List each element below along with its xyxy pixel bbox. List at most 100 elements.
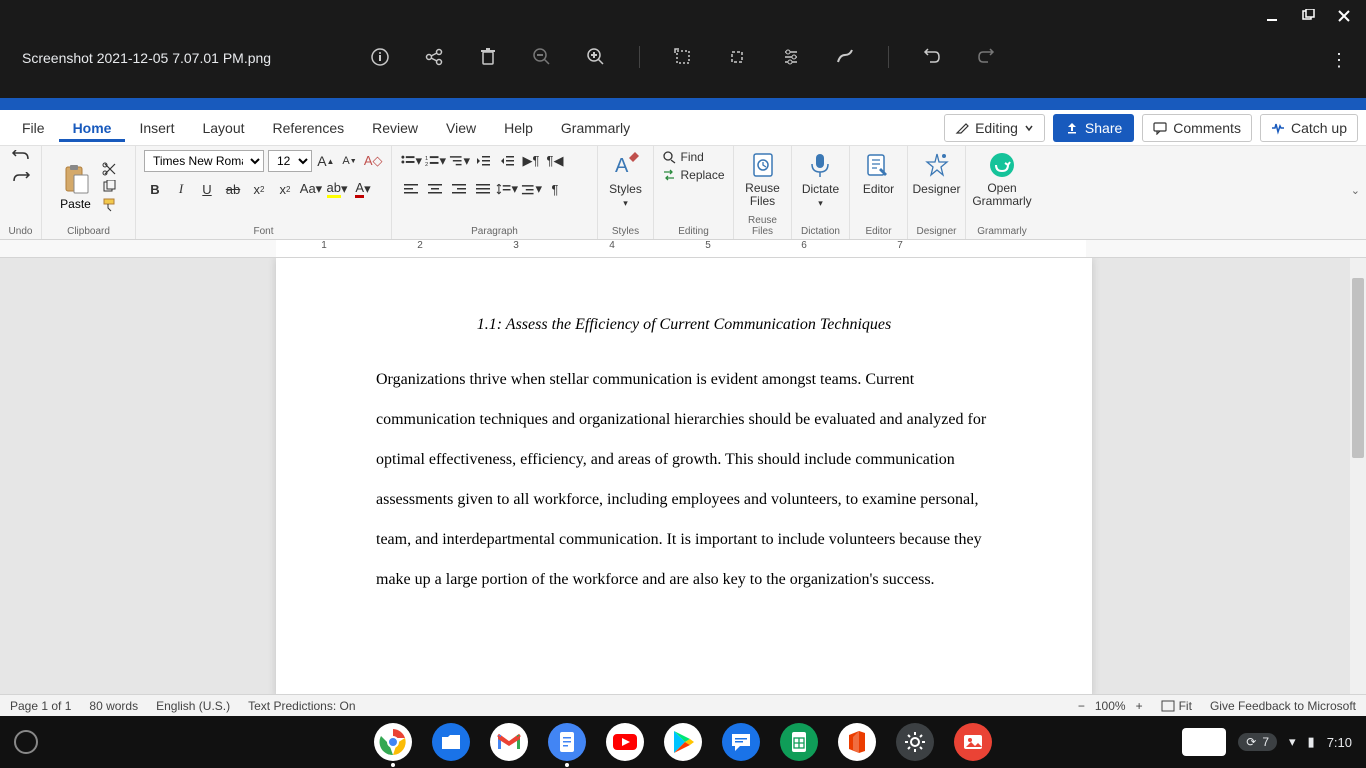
rotate-crop-icon[interactable]	[672, 46, 694, 68]
word-count[interactable]: 80 words	[89, 699, 138, 713]
notification-pill[interactable]: ⟳ 7	[1238, 733, 1277, 751]
tab-grammarly[interactable]: Grammarly	[547, 114, 644, 142]
office-app-icon[interactable]	[838, 723, 876, 761]
youtube-app-icon[interactable]	[606, 723, 644, 761]
open-grammarly-button[interactable]: Open Grammarly	[972, 150, 1031, 208]
page[interactable]: 1.1: Assess the Efficiency of Current Co…	[276, 258, 1092, 694]
comments-button[interactable]: Comments	[1142, 114, 1252, 142]
scrollbar-thumb[interactable]	[1352, 278, 1364, 458]
paste-button[interactable]: Paste	[60, 163, 92, 211]
tab-help[interactable]: Help	[490, 114, 547, 142]
gallery-app-icon[interactable]	[954, 723, 992, 761]
multilevel-button[interactable]: ▾	[448, 150, 470, 172]
feedback-link[interactable]: Give Feedback to Microsoft	[1210, 699, 1356, 713]
cut-button[interactable]	[102, 162, 118, 176]
document-heading[interactable]: 1.1: Assess the Efficiency of Current Co…	[376, 316, 992, 334]
redo-button[interactable]	[11, 172, 31, 188]
settings-app-icon[interactable]	[896, 723, 934, 761]
italic-button[interactable]: I	[170, 178, 192, 200]
tab-view[interactable]: View	[432, 114, 490, 142]
tab-file[interactable]: File	[8, 114, 59, 142]
align-left-button[interactable]	[400, 178, 422, 200]
editor-button[interactable]: Editor	[863, 150, 894, 196]
justify-button[interactable]	[472, 178, 494, 200]
catchup-button[interactable]: Catch up	[1260, 114, 1358, 142]
ribbon-collapse-button[interactable]: ⌄	[1351, 184, 1360, 197]
delete-icon[interactable]	[477, 46, 499, 68]
undo-button[interactable]	[11, 150, 31, 166]
font-size-select[interactable]: 12	[268, 150, 312, 172]
page-indicator[interactable]: Page 1 of 1	[10, 699, 71, 713]
launcher-button[interactable]	[14, 730, 38, 754]
more-menu-icon[interactable]: ⋮	[1330, 50, 1348, 71]
info-icon[interactable]	[369, 46, 391, 68]
show-marks-button[interactable]: ¶	[544, 178, 566, 200]
decrease-indent-button[interactable]	[472, 150, 494, 172]
zoom-level[interactable]: 100%	[1095, 699, 1126, 713]
play-store-app-icon[interactable]	[664, 723, 702, 761]
crop-icon[interactable]	[726, 46, 748, 68]
zoom-in-icon[interactable]	[585, 46, 607, 68]
zoom-out-icon[interactable]	[531, 46, 553, 68]
format-painter-button[interactable]	[102, 198, 118, 212]
close-button[interactable]	[1330, 4, 1358, 28]
text-predictions[interactable]: Text Predictions: On	[248, 699, 355, 713]
ruler[interactable]: 1 2 3 4 5 6 7	[0, 240, 1366, 258]
bullets-button[interactable]: ▾	[400, 150, 422, 172]
document-area[interactable]: 1.1: Assess the Efficiency of Current Co…	[0, 258, 1366, 694]
sheets-app-icon[interactable]	[780, 723, 818, 761]
ime-indicator[interactable]	[1182, 728, 1226, 756]
rtl-button[interactable]: ¶◀	[544, 150, 566, 172]
font-color-button[interactable]: A▾	[352, 178, 374, 200]
vertical-scrollbar[interactable]	[1350, 258, 1366, 694]
ltr-button[interactable]: ▶¶	[520, 150, 542, 172]
line-spacing-button[interactable]: ▾	[496, 178, 518, 200]
grow-font-button[interactable]: A▲	[316, 150, 336, 172]
copy-button[interactable]	[102, 180, 118, 194]
highlight-button[interactable]: ab▾	[326, 178, 348, 200]
increase-indent-button[interactable]	[496, 150, 518, 172]
underline-button[interactable]: U	[196, 178, 218, 200]
find-button[interactable]: Find	[662, 150, 724, 164]
numbering-button[interactable]: 12▾	[424, 150, 446, 172]
share-icon[interactable]	[423, 46, 445, 68]
change-case-button[interactable]: Aa▾	[300, 178, 322, 200]
share-button[interactable]: Share	[1053, 114, 1134, 142]
reuse-files-button[interactable]: Reuse Files	[742, 150, 783, 208]
files-app-icon[interactable]	[432, 723, 470, 761]
subscript-button[interactable]: x2	[248, 178, 270, 200]
docs-app-icon[interactable]	[548, 723, 586, 761]
styles-button[interactable]: A Styles ▾	[609, 150, 642, 209]
bold-button[interactable]: B	[144, 178, 166, 200]
tab-layout[interactable]: Layout	[188, 114, 258, 142]
zoom-out-button[interactable]: −	[1078, 699, 1085, 713]
align-right-button[interactable]	[448, 178, 470, 200]
shelf-status-area[interactable]: ⟳ 7 ▾ ▮ 7:10	[1182, 728, 1352, 756]
tab-review[interactable]: Review	[358, 114, 432, 142]
align-center-button[interactable]	[424, 178, 446, 200]
redo-icon[interactable]	[975, 46, 997, 68]
minimize-button[interactable]	[1258, 4, 1286, 28]
tab-home[interactable]: Home	[59, 114, 126, 142]
chrome-app-icon[interactable]	[374, 723, 412, 761]
strikethrough-button[interactable]: ab	[222, 178, 244, 200]
undo-icon[interactable]	[921, 46, 943, 68]
replace-button[interactable]: Replace	[662, 168, 724, 182]
font-name-select[interactable]: Times New Roman	[144, 150, 264, 172]
shrink-font-button[interactable]: A▼	[340, 150, 360, 172]
dictate-button[interactable]: Dictate ▾	[802, 150, 839, 209]
editing-mode-dropdown[interactable]: Editing	[944, 114, 1045, 142]
superscript-button[interactable]: x2	[274, 178, 296, 200]
fit-button[interactable]: Fit	[1161, 699, 1192, 713]
tab-references[interactable]: References	[259, 114, 359, 142]
gmail-app-icon[interactable]	[490, 723, 528, 761]
annotate-icon[interactable]	[834, 46, 856, 68]
designer-button[interactable]: Designer	[912, 150, 960, 196]
language-indicator[interactable]: English (U.S.)	[156, 699, 230, 713]
indent-spacing-button[interactable]: ▾	[520, 178, 542, 200]
adjust-icon[interactable]	[780, 46, 802, 68]
tab-insert[interactable]: Insert	[125, 114, 188, 142]
messages-app-icon[interactable]	[722, 723, 760, 761]
maximize-button[interactable]	[1294, 4, 1322, 28]
zoom-in-button[interactable]: +	[1136, 699, 1143, 713]
